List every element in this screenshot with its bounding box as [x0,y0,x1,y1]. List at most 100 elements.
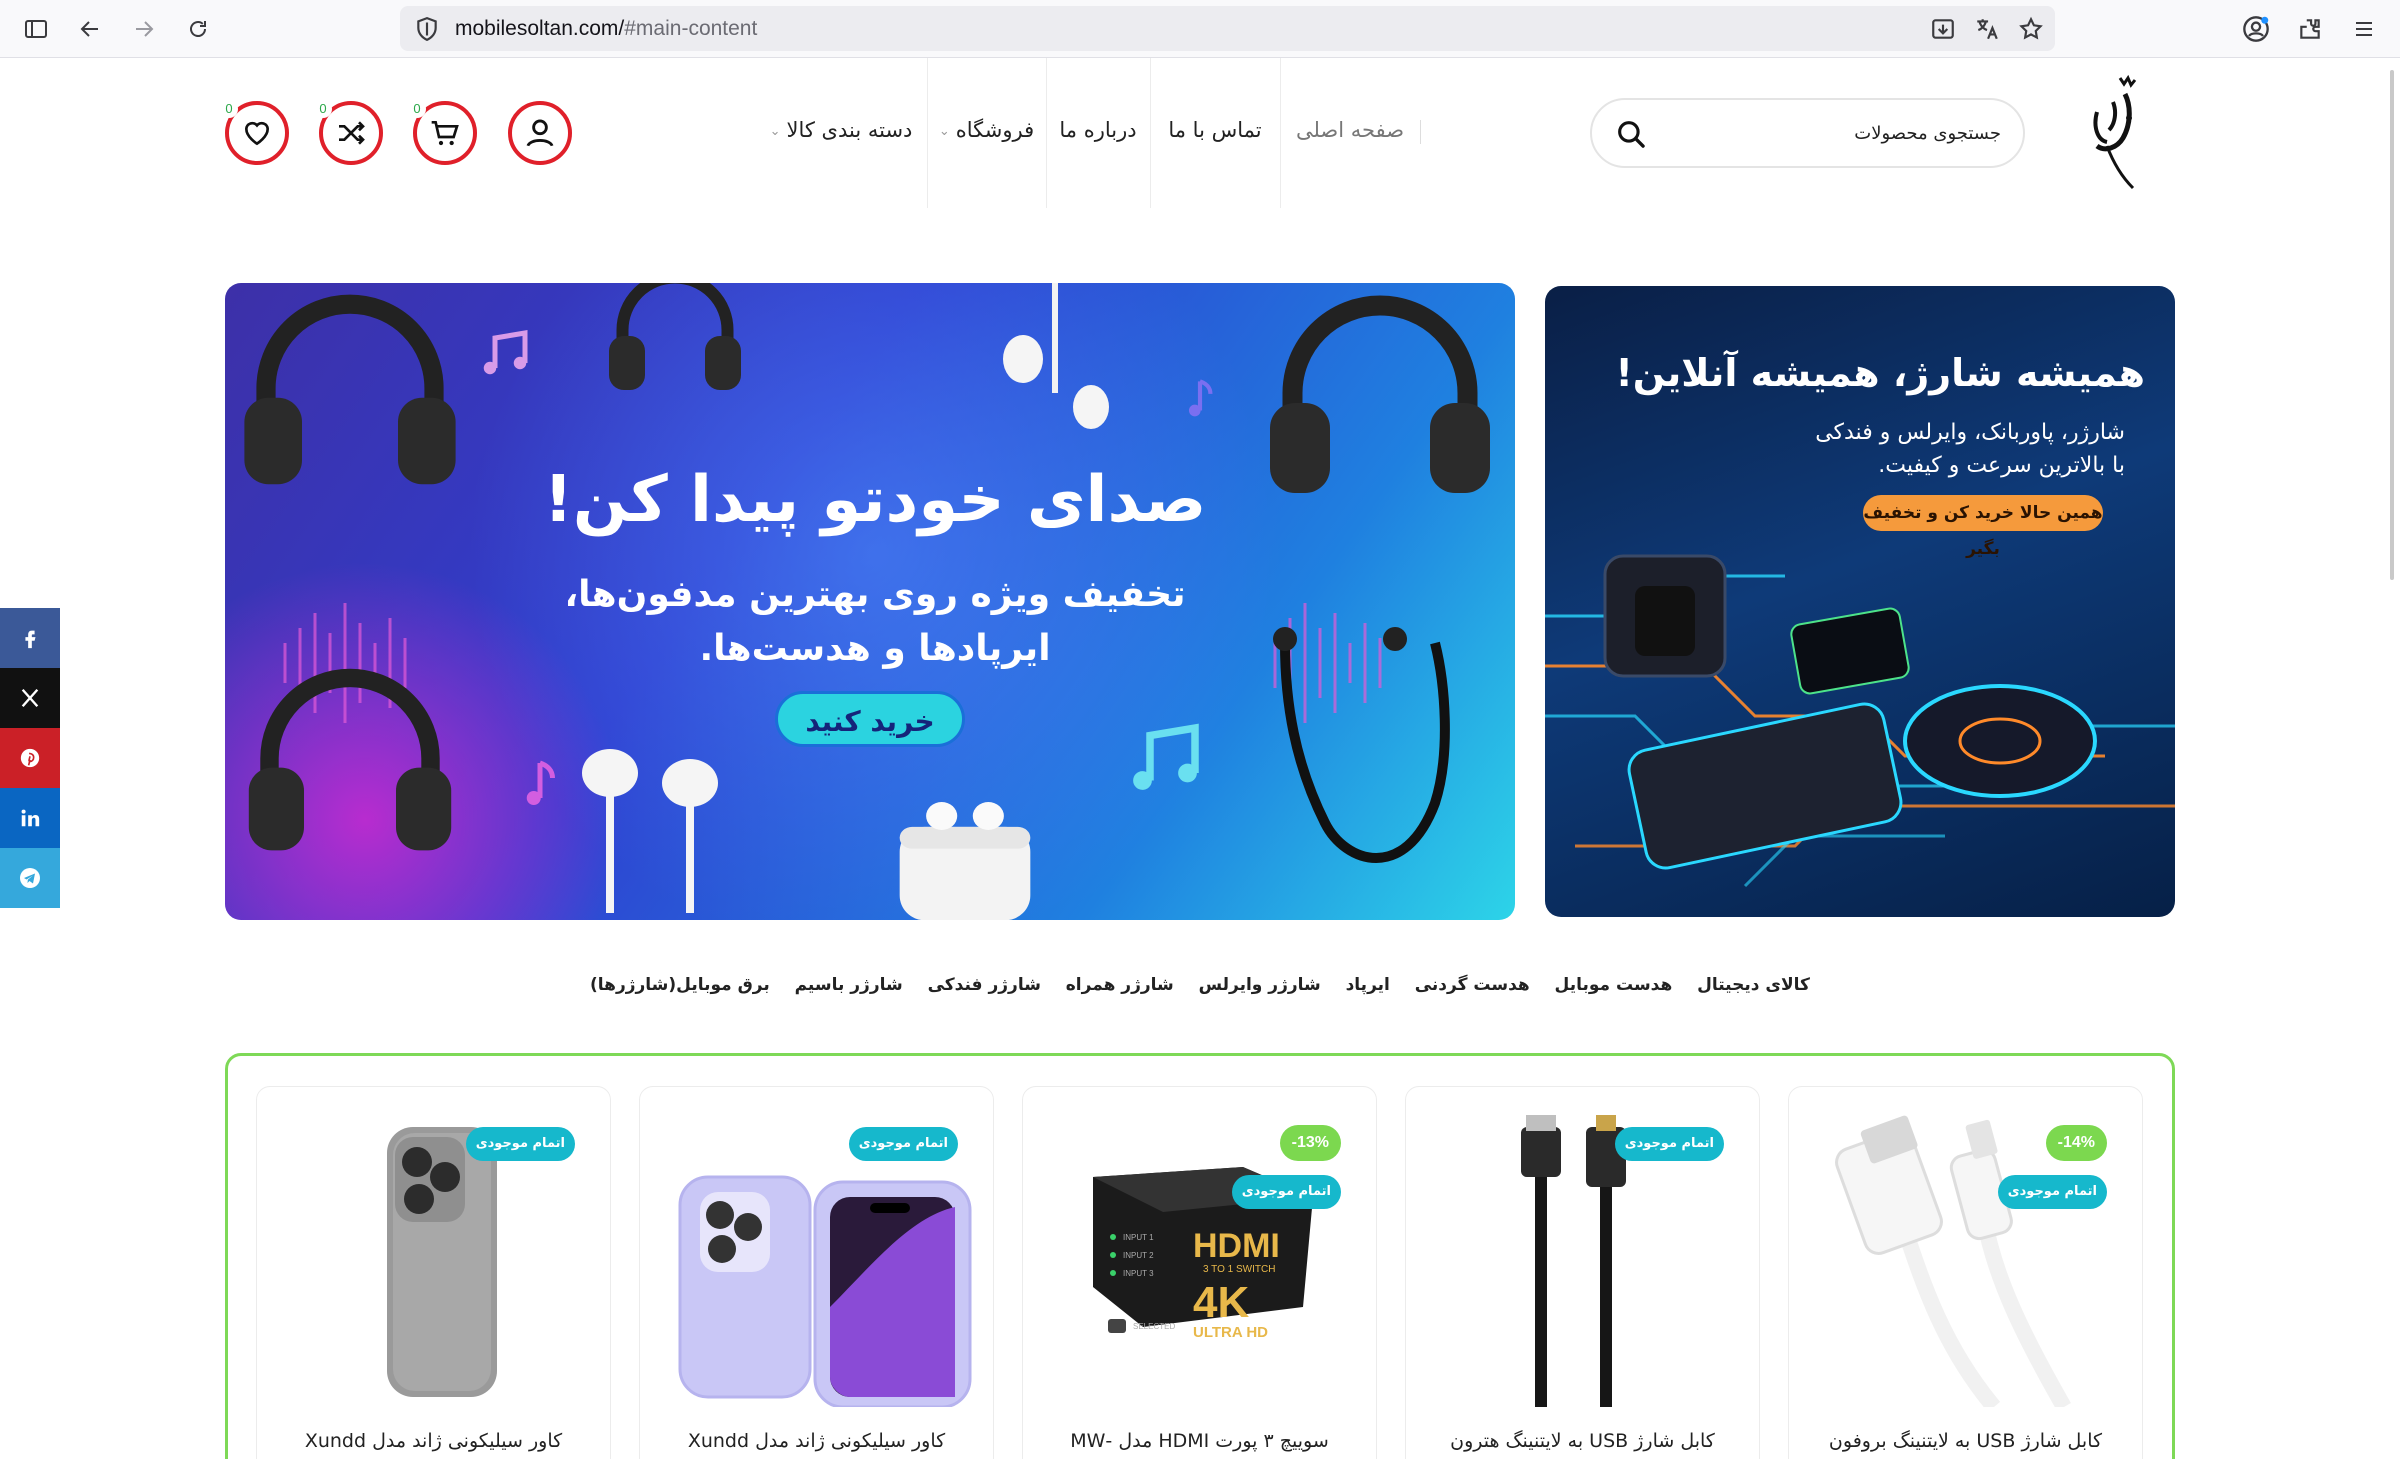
out-of-stock-badge: اتمام موجودی [848,1127,958,1161]
site-logo[interactable] [2085,72,2145,197]
nav-contact[interactable]: تماس با ما [1150,58,1280,208]
product-card[interactable]: -14% اتمام موجودی کابل شارژ USB به لایتن… [1788,1086,2143,1459]
svg-text:INPUT 1: INPUT 1 [1123,1233,1154,1242]
product-name[interactable]: سوییچ ۳ پورت HDMI مدل -MW [1033,1430,1366,1452]
product-card[interactable]: اتمام موجودی کابل شارژ USB به لایتنینگ ه… [1405,1086,1760,1459]
nav-categories[interactable]: ⌄ دسته بندی کالا [755,58,927,208]
x-share-button[interactable] [0,668,60,728]
search-input[interactable] [1681,114,2001,152]
headphones-image [1270,295,1490,493]
product-carousel: -14% اتمام موجودی کابل شارژ USB به لایتن… [225,1053,2175,1459]
product-card[interactable]: HDMI 3 TO 1 SWITCH 4K ULTRA HD INPUT 1 I… [1022,1086,1377,1459]
forward-icon[interactable] [124,9,164,49]
browser-toolbar: mobilesoltan.com/#main-content [0,0,2400,58]
earphones-image [582,749,718,913]
music-note-icon [1188,379,1213,417]
chevron-down-icon: ⌄ [769,124,781,139]
category-link[interactable]: ایرپاد [1346,975,1390,1005]
nav-home[interactable]: صفحه اصلی [1280,58,1420,208]
banner-cta-button[interactable]: همین حالا خرید کن و تخفیف بگیر [1863,495,2103,559]
telegram-share-button[interactable] [0,848,60,908]
category-link[interactable]: شارژر فندکی [928,975,1041,1005]
pinterest-icon [20,748,40,768]
discount-badge: -14% [2045,1125,2107,1161]
product-name[interactable]: کابل شارژ USB به لایتنینگ هترون [1416,1430,1749,1452]
nav-about[interactable]: درباره ما [1046,58,1150,208]
product-card[interactable]: اتمام موجودی کاور سیلیکونی ژاند مدل Xund… [256,1086,611,1459]
nav-shop[interactable]: ⌄ فروشگاه [927,58,1046,208]
menu-icon[interactable] [2344,9,2384,49]
banner-title: همیشه شارژ، همیشه آنلاین! [1615,351,2145,395]
back-icon[interactable] [70,9,110,49]
chevron-down-icon: ⌄ [938,124,950,139]
discount-badge: -13% [1279,1125,1341,1161]
shuffle-icon [339,121,365,145]
heart-icon [244,121,270,146]
category-link[interactable]: هدست موبایل [1555,975,1673,1005]
product-search[interactable] [1590,98,2025,168]
out-of-stock-badge: اتمام موجودی [1614,1127,1724,1161]
nav-divider [1150,58,1151,208]
headphones-image [244,294,456,485]
category-link[interactable]: شارژر وایرلس [1199,975,1321,1005]
category-link[interactable]: هدست گردنی [1415,975,1530,1005]
linkedin-icon [21,809,40,827]
neckband-earphones-image [1273,627,1450,863]
svg-text:ULTRA HD: ULTRA HD [1193,1324,1268,1341]
svg-text:SELECTED: SELECTED [1133,1322,1175,1331]
nav-divider [927,58,928,208]
user-icon [526,119,554,147]
product-name[interactable]: کاور سیلیکونی ژاند مدل Xundd [650,1430,983,1452]
search-icon[interactable] [1614,117,1648,151]
out-of-stock-badge: اتمام موجودی [1231,1175,1341,1209]
sidebar-toggle-icon[interactable] [16,9,56,49]
account-button[interactable] [508,101,572,165]
cart-count-badge: 0 [408,100,426,118]
social-share-bar [0,608,60,908]
linkedin-share-button[interactable] [0,788,60,848]
reload-icon[interactable] [178,9,218,49]
extensions-icon[interactable] [2290,9,2330,49]
account-icon[interactable] [2236,9,2276,49]
category-link[interactable]: شارژر باسیم [795,975,903,1005]
category-link[interactable]: کالای دیجیتال [1697,975,1810,1005]
address-bar[interactable]: mobilesoltan.com/#main-content [400,6,2055,51]
chargers-promo-banner[interactable]: همیشه شارژ، همیشه آنلاین! شارژر، پاوربان… [1545,286,2175,917]
headphones-promo-banner[interactable]: صدای خودتو پیدا کن! تخفیف ویژه روی بهتری… [225,283,1515,920]
svg-text:INPUT 3: INPUT 3 [1123,1269,1154,1278]
earphones-image [1003,283,1109,429]
category-link[interactable]: برق موبایل(شارژرها) [590,975,770,1005]
facebook-share-button[interactable] [0,608,60,668]
pinterest-share-button[interactable] [0,728,60,788]
out-of-stock-badge: اتمام موجودی [465,1127,575,1161]
bookmark-star-icon[interactable] [2018,16,2044,46]
nav-divider [1420,120,1421,144]
svg-text:HDMI: HDMI [1193,1227,1280,1265]
product-name[interactable]: کاور سیلیکونی ژاند مدل Xundd [267,1430,600,1452]
category-links: کالای دیجیتال هدست موبایل هدست گردنی ایر… [590,975,1810,1005]
cart-icon [431,121,459,146]
banner-buy-button[interactable]: خرید کنید [775,691,965,747]
facebook-icon [25,630,36,649]
product-name[interactable]: کابل شارژ USB به لایتنینگ بروفون [1799,1430,2132,1452]
out-of-stock-badge: اتمام موجودی [1997,1175,2107,1209]
product-card[interactable]: اتمام موجودی کاور سیلیکونی ژاند مدل Xund… [639,1086,994,1459]
banner-subtitle: تخفیف ویژه روی بهترین مدفون‌ها، ایرپادها… [564,574,1186,669]
shield-icon[interactable] [414,16,440,46]
compare-count-badge: 0 [314,100,332,118]
music-note-icon [483,330,528,375]
svg-text:INPUT 2: INPUT 2 [1123,1251,1154,1260]
url-text[interactable]: mobilesoltan.com/#main-content [455,17,757,41]
svg-text:4K: 4K [1193,1278,1249,1327]
headphones-image [248,668,452,851]
translate-icon[interactable] [1974,16,2000,46]
headphones-image [609,283,741,390]
page-scrollbar[interactable] [2390,70,2394,580]
music-note-icon [1133,723,1199,790]
banner-subtitle: شارژر، پاوربانک، وایرلس و فندکی با بالات… [1815,420,2125,478]
telegram-icon [20,868,40,888]
category-link[interactable]: شارژر همراه [1066,975,1174,1005]
x-icon [21,688,39,708]
download-page-icon[interactable] [1930,16,1956,46]
banner-title: صدای خودتو پیدا کن! [543,463,1207,537]
